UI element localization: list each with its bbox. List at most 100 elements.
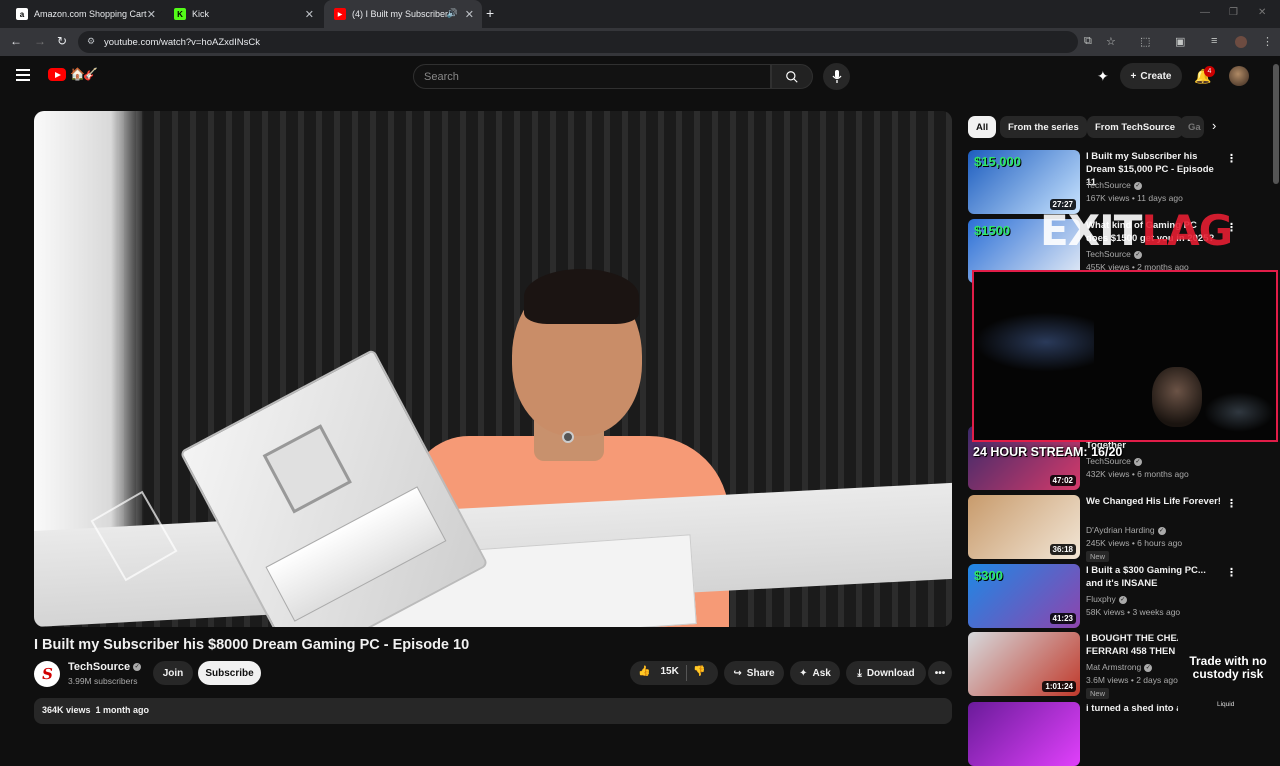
channel-logo-icon: S: [39, 665, 55, 683]
thumbs-down-icon: 👎: [693, 666, 706, 677]
video-thumbnail[interactable]: 36:18: [968, 495, 1080, 559]
video-player[interactable]: [34, 111, 952, 627]
tab-youtube[interactable]: ▶ (4) I Built my Subscriber his 🔊 ✕: [324, 0, 482, 28]
chip-label: From the series: [1008, 121, 1079, 133]
stream-progress-overlay: 24 HOUR STREAM: 16/20: [973, 445, 1123, 459]
new-tab-icon[interactable]: +: [486, 5, 494, 21]
chip-all[interactable]: All: [968, 116, 997, 138]
youtube-header: 🏠🎸 Search ✦ + Create 🔔 4: [0, 56, 1280, 100]
plus-icon: +: [1130, 70, 1137, 82]
url-text: youtube.com/watch?v=hoAZxdINsCk: [104, 36, 261, 48]
chip-gaming[interactable]: Ga: [1180, 116, 1204, 138]
browser-menu-icon[interactable]: ⋮: [1262, 35, 1273, 48]
verified-icon: ✓: [1157, 526, 1166, 535]
recommendation-meta: 432K views • 6 months ago: [1086, 469, 1189, 479]
tab-amazon[interactable]: a Amazon.com Shopping Cart ✕: [6, 0, 164, 28]
channel-name[interactable]: TechSource ✓: [68, 661, 142, 673]
close-window-icon[interactable]: ✕: [1258, 7, 1266, 18]
close-tab-icon[interactable]: ✕: [147, 8, 156, 21]
recommendation-meta: 3.6M views • 2 days ago: [1086, 675, 1178, 685]
recommendation-item[interactable]: $300 41:23 I Built a $300 Gaming PC... and…: [968, 564, 1268, 628]
dislike-button[interactable]: 👎: [693, 666, 705, 677]
like-separator: [686, 665, 687, 681]
ad-brand: Liquid: [1217, 701, 1235, 708]
media-control-icon[interactable]: ≡: [1211, 35, 1217, 47]
youtube-favicon-icon: ▶: [334, 8, 346, 20]
more-vertical-icon[interactable]: ⋮: [1226, 497, 1237, 510]
more-horizontal-icon: •••: [934, 667, 946, 679]
video-thumbnail[interactable]: 1:01:24: [968, 632, 1080, 696]
video-thumbnail[interactable]: [968, 702, 1080, 766]
create-button[interactable]: + Create: [1120, 63, 1182, 89]
chip-label: All: [976, 121, 989, 133]
view-count-date: 364K views 1 month ago: [42, 705, 150, 715]
maximize-icon[interactable]: ❐: [1229, 7, 1238, 18]
thumbs-up-icon: 👍: [638, 666, 651, 677]
webcam-light: [974, 312, 1094, 372]
chip-from-techsource[interactable]: From TechSource: [1087, 116, 1184, 138]
search-input[interactable]: Search: [413, 64, 771, 89]
recommendation-title[interactable]: I Built a $300 Gaming PC... and it's INS…: [1086, 564, 1221, 590]
search-icon: [786, 70, 798, 83]
ask-label: Ask: [812, 667, 831, 679]
scrollbar-thumb[interactable]: [1273, 64, 1279, 184]
join-button[interactable]: Join: [153, 661, 193, 685]
more-vertical-icon[interactable]: ⋮: [1226, 152, 1237, 165]
duration-badge: 41:23: [1049, 613, 1076, 624]
chevron-right-icon[interactable]: ›: [1212, 118, 1216, 133]
search-button[interactable]: [771, 64, 813, 89]
verified-icon: ✓: [1118, 595, 1127, 604]
youtube-doodle-icon[interactable]: 🏠🎸: [70, 67, 112, 83]
gemini-chat-icon[interactable]: ✦: [1097, 68, 1109, 85]
subscribe-button[interactable]: Subscribe: [198, 661, 261, 685]
account-avatar[interactable]: [1229, 66, 1249, 86]
description-box[interactable]: 364K views 1 month ago: [34, 698, 952, 724]
new-badge: New: [1086, 551, 1110, 562]
chip-from-the-series[interactable]: From the series: [1000, 116, 1087, 138]
audio-playing-icon[interactable]: 🔊: [447, 8, 458, 19]
more-vertical-icon[interactable]: ⋮: [1226, 566, 1237, 579]
recommendation-channel[interactable]: Fluxphy ✓: [1086, 594, 1127, 604]
youtube-logo-icon[interactable]: [48, 68, 66, 81]
like-button[interactable]: 👍 15K: [638, 666, 679, 677]
recommendation-meta: 245K views • 6 hours ago: [1086, 538, 1183, 548]
download-icon: ⤓: [857, 667, 862, 679]
recommendation-item[interactable]: $15,000 27:27 I Built my Subscriber his Dr…: [968, 150, 1268, 214]
recommendation-channel[interactable]: Mat Armstrong ✓: [1086, 662, 1153, 672]
voice-search-button[interactable]: [823, 63, 850, 90]
back-icon[interactable]: ←: [10, 34, 22, 48]
video-thumbnail[interactable]: $15,000 27:27: [968, 150, 1080, 214]
recommendation-item[interactable]: 36:18 We Changed His Life Forever! D'Aydri…: [968, 495, 1268, 562]
channel-avatar[interactable]: S: [34, 661, 60, 687]
install-app-icon[interactable]: ⧉: [1084, 35, 1092, 48]
video-thumbnail[interactable]: $300 41:23: [968, 564, 1080, 628]
verified-icon: ✓: [133, 663, 142, 672]
minimize-icon[interactable]: —: [1200, 7, 1210, 18]
profile-avatar-icon[interactable]: [1235, 36, 1247, 48]
split-view-icon[interactable]: ▣: [1175, 35, 1185, 48]
channel-text: TechSource: [1086, 180, 1131, 190]
bookmark-star-icon[interactable]: ☆: [1106, 35, 1116, 48]
download-button[interactable]: ⤓ Download: [846, 661, 926, 685]
recommendation-title[interactable]: We Changed His Life Forever!: [1086, 495, 1221, 508]
close-tab-icon[interactable]: ✕: [465, 8, 474, 21]
tab-kick[interactable]: K Kick ✕: [164, 0, 322, 28]
site-info-icon[interactable]: ⚙: [87, 36, 99, 48]
extensions-icon[interactable]: ⬚: [1140, 35, 1150, 48]
close-tab-icon[interactable]: ✕: [305, 8, 314, 21]
ad-text: Trade with no custody risk: [1189, 654, 1267, 681]
menu-icon[interactable]: [16, 69, 30, 81]
reload-icon[interactable]: ↻: [57, 34, 67, 48]
ask-button[interactable]: ✦ Ask: [790, 661, 840, 685]
recommendation-channel[interactable]: TechSource ✓: [1086, 180, 1142, 190]
forward-icon[interactable]: →: [34, 34, 46, 48]
recommendation-channel[interactable]: D'Aydrian Harding ✓: [1086, 525, 1166, 535]
verified-icon: ✓: [1133, 457, 1142, 466]
page-scrollbar[interactable]: [1272, 60, 1280, 720]
address-bar[interactable]: ⚙ youtube.com/watch?v=hoAZxdINsCk: [78, 31, 1078, 53]
share-button[interactable]: ↪ Share: [724, 661, 784, 685]
more-actions-button[interactable]: •••: [928, 661, 952, 685]
browser-toolbar: ← → ↻ ⚙ youtube.com/watch?v=hoAZxdINsCk …: [0, 28, 1280, 56]
mouse-cursor-icon: [562, 431, 574, 443]
video-frame-light: [34, 111, 144, 551]
